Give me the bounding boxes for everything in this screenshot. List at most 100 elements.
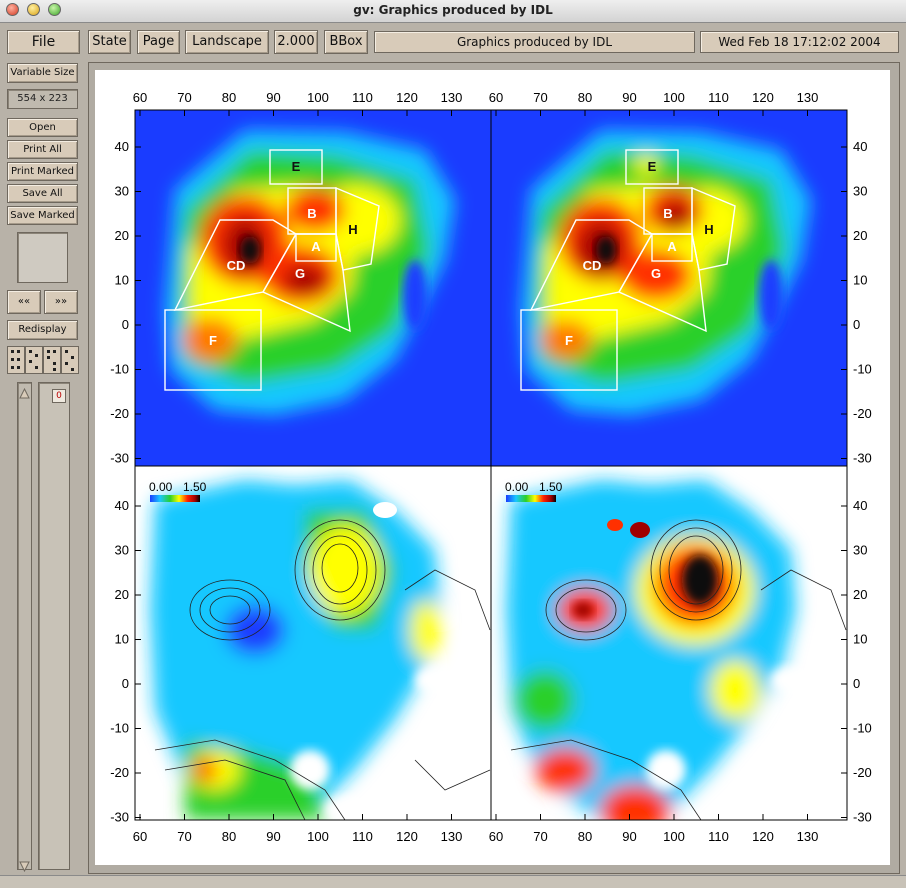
x-tick-label: 120 bbox=[752, 90, 774, 105]
region-label: F bbox=[565, 333, 573, 348]
top-right-map-panel bbox=[491, 110, 847, 466]
y-tick-label: 10 bbox=[115, 632, 129, 647]
x-tick-label: 60 bbox=[133, 90, 147, 105]
region-label: H bbox=[704, 222, 713, 237]
title-bar: gv: Graphics produced by IDL bbox=[0, 0, 906, 23]
x-tick-label: 110 bbox=[352, 90, 373, 105]
page-view-mode-icons bbox=[7, 346, 79, 374]
x-tick-label: 80 bbox=[578, 90, 592, 105]
y-tick-label: 0 bbox=[122, 317, 129, 332]
y-tick-label: 10 bbox=[115, 273, 129, 288]
x-tick-label: 120 bbox=[396, 90, 418, 105]
bottom-left-map-panel bbox=[135, 466, 491, 820]
region-label: G bbox=[651, 266, 661, 281]
region-label: E bbox=[292, 159, 301, 174]
page-thumbnail[interactable] bbox=[17, 232, 68, 283]
x-tick-label: 130 bbox=[797, 829, 819, 844]
document-page[interactable]: E B A H CD G F E B A H CD G F 0.00 1.50 … bbox=[95, 70, 890, 865]
save-all-button[interactable]: Save All bbox=[7, 184, 78, 203]
x-tick-label: 60 bbox=[489, 829, 503, 844]
save-marked-button[interactable]: Save Marked bbox=[7, 206, 78, 225]
y-tick-label: -30 bbox=[110, 451, 129, 466]
x-tick-label: 70 bbox=[177, 829, 191, 844]
y-tick-label: -20 bbox=[853, 406, 872, 421]
colorbar-min-label: 0.00 bbox=[149, 480, 173, 494]
open-button[interactable]: Open bbox=[7, 118, 78, 137]
y-tick-label: 30 bbox=[115, 543, 129, 558]
x-tick-label: 100 bbox=[663, 90, 685, 105]
idl-figure: EBAHCDGFEBAHCDGF 0.00 1.50 0.00 1.50 606… bbox=[110, 90, 872, 844]
y-tick-label: 0 bbox=[853, 676, 860, 691]
orientation-button[interactable]: Landscape bbox=[185, 30, 269, 54]
x-tick-label: 130 bbox=[441, 90, 463, 105]
y-tick-label: -20 bbox=[853, 765, 872, 780]
x-tick-label: 70 bbox=[533, 90, 547, 105]
x-tick-label: 100 bbox=[307, 90, 329, 105]
x-tick-label: 80 bbox=[222, 90, 236, 105]
y-tick-label: 20 bbox=[115, 587, 129, 602]
y-tick-label: -20 bbox=[110, 765, 129, 780]
bottom-right-map-panel bbox=[491, 466, 847, 820]
page-size-display: 554 x 223 bbox=[7, 89, 78, 109]
y-tick-label: 0 bbox=[853, 317, 860, 332]
x-tick-label: 90 bbox=[622, 90, 636, 105]
page-list-item[interactable]: 0 bbox=[52, 389, 66, 403]
x-tick-label: 80 bbox=[578, 829, 592, 844]
bbox-button[interactable]: BBox bbox=[324, 30, 368, 54]
redisplay-button[interactable]: Redisplay bbox=[7, 320, 78, 340]
x-tick-label: 90 bbox=[266, 829, 280, 844]
y-tick-label: 30 bbox=[115, 184, 129, 199]
y-tick-label: -30 bbox=[110, 810, 129, 825]
x-tick-label: 90 bbox=[622, 829, 636, 844]
x-tick-label: 60 bbox=[489, 90, 503, 105]
x-tick-label: 120 bbox=[396, 829, 418, 844]
variable-size-button[interactable]: Variable Size bbox=[7, 63, 78, 83]
x-tick-label: 120 bbox=[752, 829, 774, 844]
x-tick-label: 100 bbox=[307, 829, 329, 844]
x-tick-label: 80 bbox=[222, 829, 236, 844]
x-tick-label: 90 bbox=[266, 90, 280, 105]
region-label: CD bbox=[227, 258, 246, 273]
x-tick-label: 110 bbox=[352, 829, 373, 844]
region-label: G bbox=[295, 266, 305, 281]
file-menu-button[interactable]: File bbox=[7, 30, 80, 54]
y-tick-label: 20 bbox=[853, 228, 867, 243]
y-tick-label: -10 bbox=[853, 362, 872, 377]
y-tick-label: 10 bbox=[853, 273, 867, 288]
y-tick-label: 20 bbox=[853, 587, 867, 602]
y-tick-label: 0 bbox=[122, 676, 129, 691]
region-label: F bbox=[209, 333, 217, 348]
region-label: E bbox=[648, 159, 657, 174]
previous-page-button[interactable]: «« bbox=[7, 290, 41, 314]
colorbar-max-label: 1.50 bbox=[539, 480, 563, 494]
y-tick-label: -30 bbox=[853, 810, 872, 825]
x-tick-label: 100 bbox=[663, 829, 685, 844]
y-tick-label: 30 bbox=[853, 543, 867, 558]
y-tick-label: -30 bbox=[853, 451, 872, 466]
region-label: B bbox=[307, 206, 316, 221]
scroll-down-arrow-icon[interactable] bbox=[19, 857, 30, 873]
print-marked-button[interactable]: Print Marked bbox=[7, 162, 78, 181]
x-tick-label: 110 bbox=[708, 829, 729, 844]
page-menu-button[interactable]: Page bbox=[137, 30, 180, 54]
colorbar-min-label: 0.00 bbox=[505, 480, 529, 494]
y-tick-label: 40 bbox=[115, 139, 129, 154]
y-tick-label: 10 bbox=[853, 632, 867, 647]
next-page-button[interactable]: »» bbox=[44, 290, 78, 314]
status-strip bbox=[0, 875, 906, 888]
x-tick-label: 130 bbox=[441, 829, 463, 844]
x-tick-label: 70 bbox=[533, 829, 547, 844]
scale-button[interactable]: 2.000 bbox=[274, 30, 318, 54]
document-date-label: Wed Feb 18 17:12:02 2004 bbox=[700, 31, 899, 53]
y-tick-label: 40 bbox=[853, 139, 867, 154]
state-menu-button[interactable]: State bbox=[88, 30, 131, 54]
y-tick-label: 40 bbox=[853, 498, 867, 513]
y-tick-label: 40 bbox=[115, 498, 129, 513]
view-mode-icon[interactable] bbox=[7, 346, 79, 374]
page-list-scrollbar[interactable] bbox=[17, 382, 32, 873]
print-all-button[interactable]: Print All bbox=[7, 140, 78, 159]
region-label: B bbox=[663, 206, 672, 221]
page-list[interactable]: 0 bbox=[38, 382, 70, 870]
scroll-up-arrow-icon[interactable] bbox=[19, 384, 30, 399]
document-title-label: Graphics produced by IDL bbox=[374, 31, 695, 53]
